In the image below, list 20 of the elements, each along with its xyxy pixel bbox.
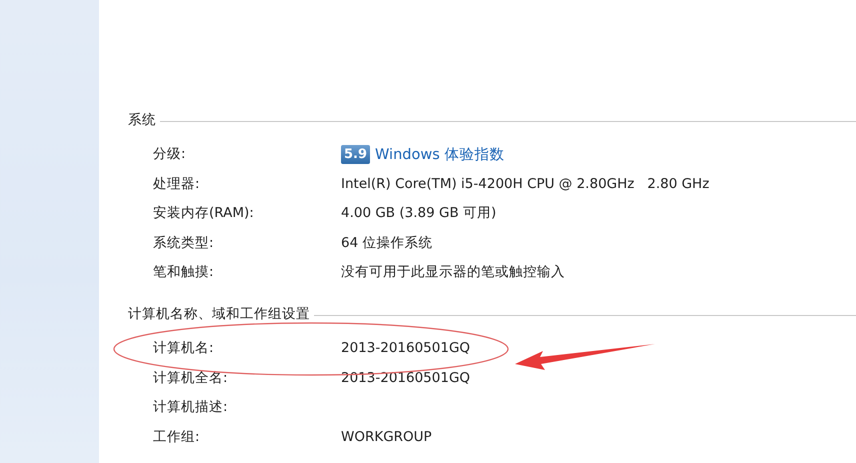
field-label: 工作组: xyxy=(153,428,201,446)
field-label: 计算机名: xyxy=(153,339,215,358)
field-label: 笔和触摸: xyxy=(153,263,215,282)
field-value: 64 位操作系统 xyxy=(341,234,432,252)
section-title: 计算机名称、域和工作组设置 xyxy=(128,305,310,324)
experience-index-link[interactable]: Windows 体验指数 xyxy=(375,144,504,164)
field-value: 没有可用于此显示器的笔或触控输入 xyxy=(341,263,565,282)
field-value: WORKGROUP xyxy=(341,428,432,445)
field-label: 系统类型: xyxy=(153,234,215,252)
field-value: 2013-20160501GQ xyxy=(341,370,470,386)
field-label: 计算机描述: xyxy=(153,398,229,416)
field-value: 2013-20160501GQ xyxy=(341,340,470,356)
field-label: 安装内存(RAM): xyxy=(153,204,255,222)
field-value: Intel(R) Core(TM) i5-4200H CPU @ 2.80GHz 2.80 GHz xyxy=(341,176,710,192)
field-label: 分级: xyxy=(153,145,187,164)
field-label: 计算机全名: xyxy=(153,368,229,387)
section-title: 系统 xyxy=(128,111,156,130)
field-label: 处理器: xyxy=(153,174,201,193)
score-badge: 5.9 xyxy=(341,144,370,164)
field-value: 4.00 GB (3.89 GB 可用) xyxy=(341,204,496,222)
